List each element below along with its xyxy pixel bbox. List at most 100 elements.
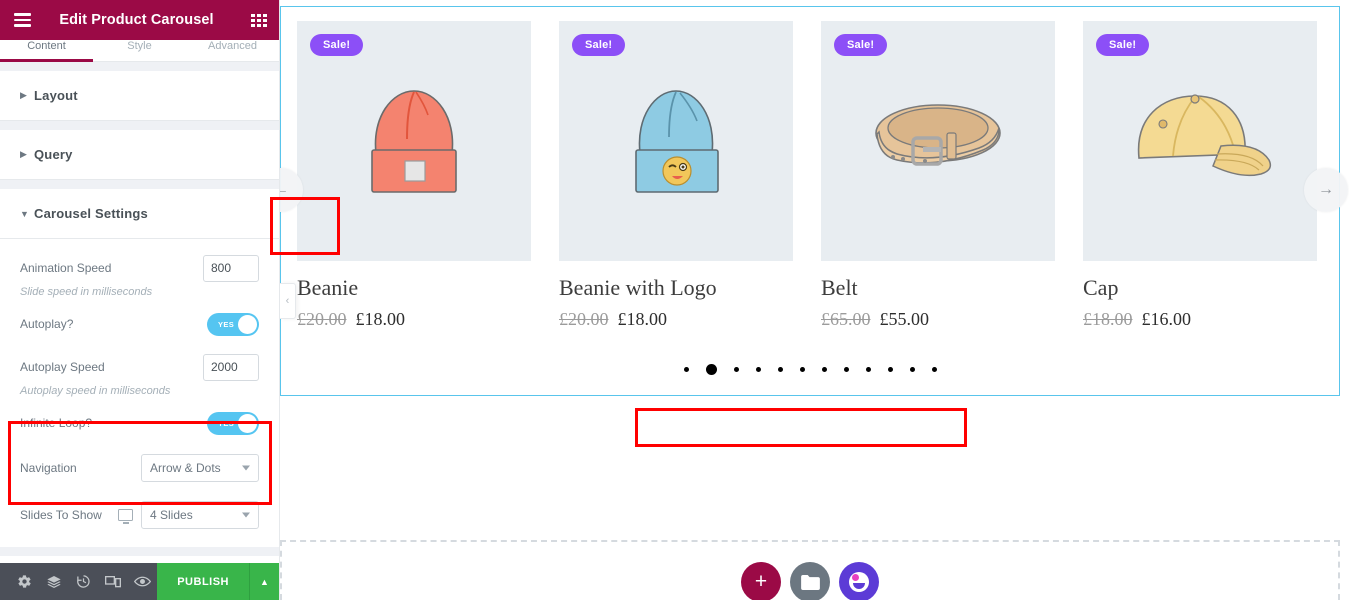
layers-navigator-icon[interactable] bbox=[39, 563, 68, 600]
section-query[interactable]: ▶ Query bbox=[0, 130, 279, 180]
product-card[interactable]: Sale! Beanie £20.00 £18.00 bbox=[297, 21, 531, 330]
product-image[interactable]: Sale! bbox=[1083, 21, 1317, 261]
desktop-monitor-icon[interactable] bbox=[118, 509, 133, 521]
animation-speed-hint: Slide speed in milliseconds bbox=[0, 286, 279, 306]
product-title[interactable]: Belt bbox=[821, 275, 1055, 301]
pagination-dot[interactable] bbox=[778, 367, 783, 372]
control-autoplay: Autoplay? YES bbox=[0, 306, 279, 342]
section-query-label: Query bbox=[34, 147, 73, 162]
autoplay-speed-label: Autoplay Speed bbox=[20, 360, 105, 374]
pagination-dot[interactable] bbox=[910, 367, 915, 372]
price-original: £20.00 bbox=[297, 309, 347, 329]
sale-badge: Sale! bbox=[834, 34, 887, 56]
widgets-grid-icon[interactable] bbox=[239, 0, 279, 40]
navigation-label: Navigation bbox=[20, 461, 77, 475]
toggle-knob bbox=[238, 315, 257, 334]
pagination-dot[interactable] bbox=[932, 367, 937, 372]
publish-group: PUBLISH ▲ bbox=[157, 563, 279, 600]
tab-content[interactable]: Content bbox=[0, 40, 93, 61]
section-wrapper-link[interactable]: ▶ Wrapper Link bbox=[0, 556, 279, 563]
price-sale: £16.00 bbox=[1142, 309, 1192, 329]
navigation-select-value: Arrow & Dots bbox=[150, 461, 221, 475]
section-divider-1 bbox=[0, 121, 279, 130]
product-image[interactable]: Sale! bbox=[297, 21, 531, 261]
autoplay-label: Autoplay? bbox=[20, 317, 73, 331]
tab-style[interactable]: Style bbox=[93, 40, 186, 61]
chevron-down-icon: ▼ bbox=[20, 209, 34, 219]
beanie-coral-hat-illustration bbox=[352, 81, 477, 201]
sale-badge: Sale! bbox=[1096, 34, 1149, 56]
chevron-down-icon bbox=[242, 513, 250, 518]
publish-button[interactable]: PUBLISH bbox=[157, 563, 249, 600]
add-template-button[interactable] bbox=[839, 562, 879, 600]
tab-advanced[interactable]: Advanced bbox=[186, 40, 279, 61]
carousel-next-arrow[interactable]: → bbox=[1304, 168, 1348, 212]
preview-eye-icon[interactable] bbox=[128, 563, 157, 600]
pagination-dot[interactable] bbox=[822, 367, 827, 372]
control-navigation: Navigation Arrow & Dots bbox=[0, 450, 279, 486]
hamburger-menu-icon[interactable] bbox=[0, 0, 44, 40]
autoplay-speed-input[interactable] bbox=[203, 354, 259, 381]
price-original: £18.00 bbox=[1083, 309, 1133, 329]
control-autoplay-speed: Autoplay Speed bbox=[0, 349, 279, 385]
yellow-baseball-cap-illustration bbox=[1125, 84, 1275, 199]
history-revisions-icon[interactable] bbox=[69, 563, 98, 600]
add-section-button[interactable]: + bbox=[741, 562, 781, 600]
product-price: £18.00 £16.00 bbox=[1083, 309, 1317, 330]
product-image[interactable]: Sale! bbox=[821, 21, 1055, 261]
product-card[interactable]: Sale! Cap bbox=[1083, 21, 1317, 330]
product-price: £65.00£55.00 bbox=[821, 309, 1055, 330]
infinite-loop-toggle[interactable]: YES bbox=[207, 412, 259, 435]
pagination-dot[interactable] bbox=[844, 367, 849, 372]
product-title[interactable]: Cap bbox=[1083, 275, 1317, 301]
sale-badge: Sale! bbox=[572, 34, 625, 56]
carousel-track: Sale! Beanie £20.00 £18.00 bbox=[281, 7, 1339, 330]
editor-sidebar-panel: Edit Product Carousel Content Style Adva… bbox=[0, 0, 280, 600]
product-title[interactable]: Beanie with Logo bbox=[559, 275, 793, 301]
add-buttons-row: + bbox=[282, 562, 1338, 600]
beanie-blue-hat-with-emoji-logo-illustration bbox=[614, 81, 739, 201]
responsive-mode-icon[interactable] bbox=[98, 563, 127, 600]
editor-canvas: Sale! Beanie £20.00 £18.00 bbox=[280, 0, 1349, 600]
pagination-dot-active[interactable] bbox=[706, 364, 717, 375]
slides-to-show-select-value: 4 Slides bbox=[150, 508, 193, 522]
control-slides-to-show: Slides To Show 4 Slides bbox=[0, 497, 279, 533]
product-title[interactable]: Beanie bbox=[297, 275, 531, 301]
navigation-select[interactable]: Arrow & Dots bbox=[141, 454, 259, 482]
slides-to-show-select[interactable]: 4 Slides bbox=[141, 501, 259, 529]
publish-options-caret-icon[interactable]: ▲ bbox=[249, 563, 279, 600]
panel-collapse-toggle[interactable]: ‹ bbox=[280, 283, 296, 319]
template-smiley-icon bbox=[849, 572, 869, 592]
animation-speed-input[interactable] bbox=[203, 255, 259, 282]
pagination-dot[interactable] bbox=[684, 367, 689, 372]
folder-icon bbox=[801, 575, 820, 590]
sale-badge: Sale! bbox=[310, 34, 363, 56]
section-divider-top bbox=[0, 62, 279, 71]
product-carousel-widget[interactable]: Sale! Beanie £20.00 £18.00 bbox=[280, 6, 1340, 396]
autoplay-speed-hint: Autoplay speed in milliseconds bbox=[0, 385, 279, 405]
panel-body: ▶ Layout ▶ Query ▼ Carousel Settings Ani… bbox=[0, 62, 279, 563]
product-price: £20.00 £18.00 bbox=[559, 309, 793, 330]
pagination-dot[interactable] bbox=[888, 367, 893, 372]
section-layout[interactable]: ▶ Layout bbox=[0, 71, 279, 121]
animation-speed-label: Animation Speed bbox=[20, 261, 111, 275]
product-card[interactable]: Sale! Belt bbox=[821, 21, 1055, 330]
price-sale: £18.00 bbox=[356, 309, 406, 329]
section-carousel-settings[interactable]: ▼ Carousel Settings bbox=[0, 189, 279, 239]
autoplay-toggle[interactable]: YES bbox=[207, 313, 259, 336]
pagination-dot[interactable] bbox=[756, 367, 761, 372]
price-sale: £18.00 bbox=[618, 309, 668, 329]
add-new-section-dropzone[interactable]: + bbox=[280, 540, 1340, 600]
product-card[interactable]: Sale! Beanie with bbox=[559, 21, 793, 330]
settings-gear-icon[interactable] bbox=[10, 563, 39, 600]
pagination-dot[interactable] bbox=[734, 367, 739, 372]
chevron-right-icon: ▶ bbox=[20, 149, 34, 160]
pagination-dot[interactable] bbox=[866, 367, 871, 372]
add-folder-button[interactable] bbox=[790, 562, 830, 600]
price-original: £20.00 bbox=[559, 309, 609, 329]
pagination-dot[interactable] bbox=[800, 367, 805, 372]
product-image[interactable]: Sale! bbox=[559, 21, 793, 261]
panel-header: Edit Product Carousel bbox=[0, 0, 279, 40]
price-original: £65.00 bbox=[821, 309, 871, 329]
chevron-down-icon bbox=[242, 466, 250, 471]
